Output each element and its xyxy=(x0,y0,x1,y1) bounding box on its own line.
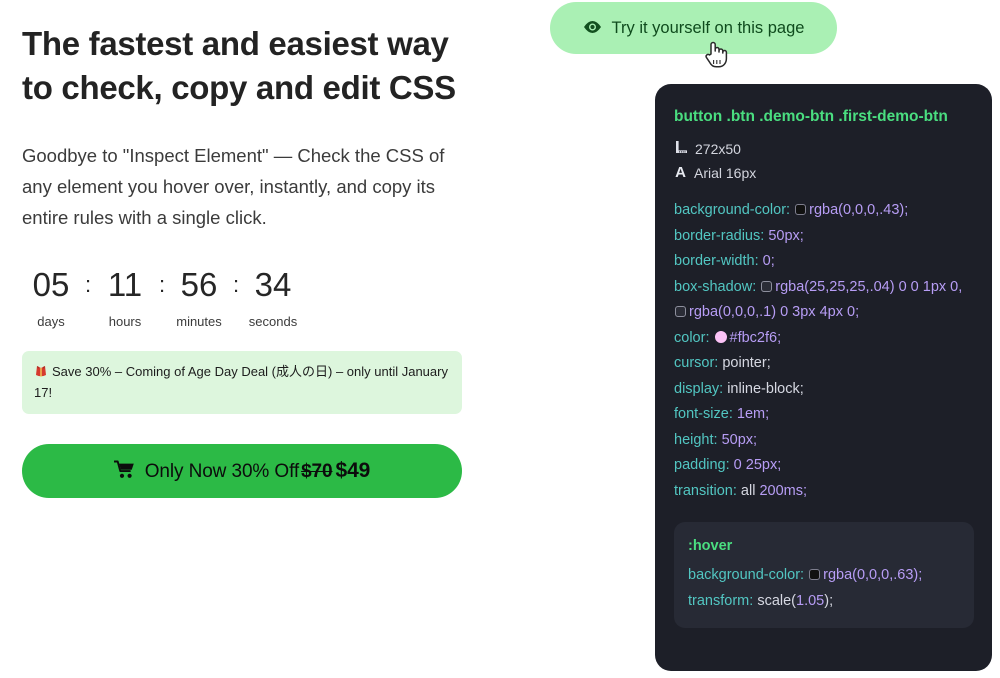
try-it-yourself-button[interactable]: Try it yourself on this page xyxy=(550,2,837,54)
hero-subcopy: Goodbye to "Inspect Element" — Check the… xyxy=(22,145,445,228)
inspector-dimensions-text: 272x50 xyxy=(695,140,741,157)
color-swatch[interactable] xyxy=(809,569,821,580)
property-name: color xyxy=(674,329,706,346)
property-value: inline-block xyxy=(727,380,800,397)
countdown-days-value: 05 xyxy=(32,266,70,303)
property-value: rgba(25,25,25,.04) 0 0 1px 0, xyxy=(775,278,963,295)
property-cursor: cursor: pointer; xyxy=(674,355,771,371)
property-value: 50px xyxy=(721,431,754,448)
property-value: rgba(0,0,0,.63) xyxy=(823,567,919,583)
countdown-minutes-value: 56 xyxy=(180,266,218,303)
ruler-icon xyxy=(674,140,688,157)
property-border-radius: border-radius: 50px; xyxy=(674,227,804,244)
countdown-timer: 05 : 11 : 56 : 34 days hours minutes sec… xyxy=(22,233,474,329)
countdown-labels: days hours minutes seconds xyxy=(22,305,474,329)
countdown-days-label: days xyxy=(37,314,65,329)
countdown-label-spacer xyxy=(154,314,170,329)
property-box-shadow: box-shadow: rgba(25,25,25,.04) 0 0 1px 0… xyxy=(674,278,963,321)
promo-banner: Save 30% – Coming of Age Day Deal (成人の日)… xyxy=(22,351,462,414)
selector-tag: button xyxy=(674,108,723,125)
property-name: height xyxy=(674,431,714,448)
countdown-values: 05 : 11 : 56 : 34 xyxy=(22,265,474,305)
countdown-separator: : xyxy=(158,272,166,297)
hover-property-background-color: background-color: rgba(0,0,0,.63); xyxy=(688,567,923,583)
property-display: display: inline-block; xyxy=(674,380,804,397)
font-letter-a-icon: A xyxy=(675,164,686,181)
property-name: transform xyxy=(688,592,750,609)
countdown-seconds-label: seconds xyxy=(248,314,298,329)
property-value: 200ms xyxy=(759,482,803,499)
property-value-keyword: scale( xyxy=(757,592,796,609)
property-value-2: rgba(0,0,0,.1) 0 3px 4px 0 xyxy=(689,304,856,320)
property-value: rgba(0,0,0,.43) xyxy=(809,202,905,218)
inspector-dimensions-row: 272x50 xyxy=(674,140,974,157)
try-it-yourself-label: Try it yourself on this page xyxy=(611,18,805,37)
property-name: transition xyxy=(674,482,733,499)
selector-classes: .btn .demo-btn .first-demo-btn xyxy=(726,108,948,125)
countdown-separator: : xyxy=(84,272,92,297)
new-price: $49 xyxy=(335,459,371,482)
countdown-minutes-label: minutes xyxy=(176,314,222,329)
property-border-width: border-width: 0; xyxy=(674,253,775,269)
property-name: border-radius xyxy=(674,227,761,244)
countdown-seconds-value: 34 xyxy=(254,266,292,303)
property-name: font-size xyxy=(674,406,729,422)
countdown-label-spacer xyxy=(80,314,96,329)
countdown-separator: : xyxy=(232,272,240,297)
countdown-hours-label: hours xyxy=(108,314,142,329)
color-swatch[interactable] xyxy=(714,330,727,343)
old-price: $70 xyxy=(301,461,333,482)
property-background-color: background-color: rgba(0,0,0,.43); xyxy=(674,202,909,218)
buy-now-label: Only Now 30% Off $70 $49 xyxy=(145,459,371,483)
inspector-font-text: Arial 16px xyxy=(694,164,757,181)
promo-banner-text: Save 30% – Coming of Age Day Deal (成人の日)… xyxy=(34,364,448,400)
inspector-selector: button .btn .demo-btn .first-demo-btn xyxy=(674,104,974,130)
property-padding: padding: 0 25px; xyxy=(674,457,782,473)
color-swatch[interactable] xyxy=(675,306,686,317)
countdown-hours-value: 11 xyxy=(107,266,143,303)
page-title: The fastest and easiest way to check, co… xyxy=(22,25,456,106)
inspector-font-row: A Arial 16px xyxy=(674,164,974,181)
property-value: 0 25px xyxy=(733,457,778,473)
property-transition: transition: all 200ms; xyxy=(674,482,808,499)
property-font-size: font-size: 1em; xyxy=(674,406,770,422)
buy-now-text: Only Now 30% Off xyxy=(144,461,300,482)
property-name: background-color xyxy=(688,567,801,583)
inspector-properties-list: background-color: rgba(0,0,0,.43); borde… xyxy=(674,198,974,504)
property-name: cursor xyxy=(674,355,715,371)
eye-icon xyxy=(583,20,602,37)
hover-property-transform: transform: scale(1.05); xyxy=(688,592,834,609)
property-name: display xyxy=(674,380,720,397)
color-swatch[interactable] xyxy=(795,204,807,215)
property-name: border-width xyxy=(674,253,755,269)
kimono-emoji xyxy=(34,363,48,377)
property-name: padding xyxy=(674,457,726,473)
property-color: color: #fbc2f6; xyxy=(674,329,782,346)
shopping-cart-icon xyxy=(113,460,135,482)
hero-section: The fastest and easiest way to check, co… xyxy=(22,22,474,498)
countdown-label-spacer xyxy=(228,314,244,329)
property-value: 1.05 xyxy=(796,592,825,609)
property-name: background-color xyxy=(674,202,787,218)
property-value: pointer xyxy=(722,355,767,371)
property-height: height: 50px; xyxy=(674,431,758,448)
page-root: The fastest and easiest way to check, co… xyxy=(0,0,1000,678)
buy-now-button[interactable]: Only Now 30% Off $70 $49 xyxy=(22,444,462,498)
color-swatch[interactable] xyxy=(761,280,773,292)
property-value: 1em xyxy=(736,406,766,422)
property-value: #fbc2f6 xyxy=(729,329,778,346)
hover-state-title: :hover xyxy=(688,538,733,554)
css-inspector-panel: button .btn .demo-btn .first-demo-btn 27… xyxy=(655,84,992,671)
property-value-keyword: all xyxy=(740,482,760,499)
property-value: 0 xyxy=(762,253,771,269)
property-value: 50px xyxy=(768,227,800,244)
property-name: box-shadow xyxy=(674,278,753,295)
hover-state-block: :hover background-color: rgba(0,0,0,.63)… xyxy=(674,522,974,628)
